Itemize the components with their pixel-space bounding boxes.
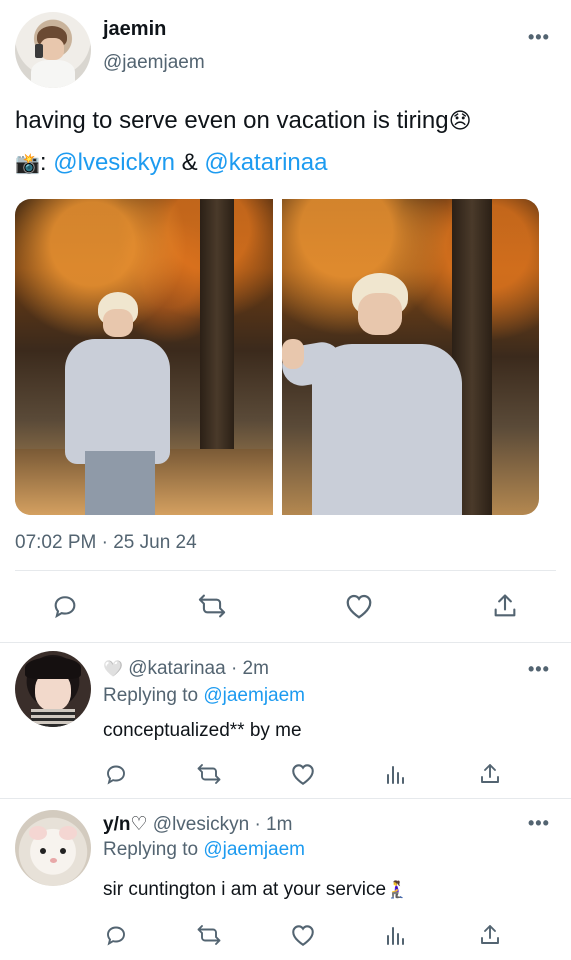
share-icon[interactable] — [478, 762, 502, 786]
retweet-icon[interactable] — [197, 592, 227, 620]
replying-to-handle[interactable]: @jaemjaem — [203, 685, 305, 706]
kneeling-emoji: 🧎‍♀️ — [386, 880, 408, 899]
photo-credit: 📸: @lvesickyn & @katarinaa — [15, 149, 327, 177]
divider — [0, 798, 571, 799]
reply-header: y/n♡ @lvesickyn · 1m — [103, 813, 292, 836]
credit-ampersand: & — [181, 149, 198, 176]
camera-emoji: 📸 — [15, 153, 40, 175]
heart-icon[interactable] — [290, 923, 316, 947]
reply-time[interactable]: · 2m — [231, 658, 269, 679]
stats-icon[interactable] — [385, 763, 407, 785]
credit-colon: : — [39, 149, 47, 176]
reply-more-button[interactable]: ••• — [528, 814, 550, 832]
heart-icon[interactable] — [344, 592, 374, 620]
author-avatar[interactable] — [15, 12, 91, 88]
mention-lvesickyn[interactable]: @lvesickyn — [53, 149, 175, 176]
disappointed-emoji: 😞 — [448, 108, 472, 133]
author-name[interactable]: jaemin — [103, 18, 166, 41]
reply-icon[interactable] — [51, 592, 79, 620]
more-options-button[interactable]: ••• — [528, 28, 550, 46]
reply-icon[interactable] — [104, 762, 128, 786]
mention-katarinaa[interactable]: @katarinaa — [204, 149, 327, 176]
reply-text: conceptualized** by me — [103, 720, 302, 741]
replying-to: Replying to @jaemjaem — [103, 685, 305, 707]
reply-author-handle[interactable]: @lvesickyn — [153, 814, 249, 835]
reply-author-handle[interactable]: @katarinaa — [128, 658, 225, 679]
replying-to-handle[interactable]: @jaemjaem — [203, 839, 305, 860]
reply-text-content: sir cuntington i am at your service — [103, 879, 387, 900]
reply-more-button[interactable]: ••• — [528, 660, 550, 678]
reply-author-name[interactable]: y/n♡ — [103, 814, 148, 835]
heart-icon[interactable] — [290, 762, 316, 786]
tweet-text-line1: having to serve even on vacation is tiri… — [15, 107, 449, 134]
reply-text: sir cuntington i am at your service🧎‍♀️ — [103, 879, 407, 901]
reply-avatar[interactable] — [15, 651, 91, 727]
reply-icon[interactable] — [104, 923, 128, 947]
retweet-icon[interactable] — [196, 923, 222, 947]
author-handle[interactable]: @jaemjaem — [103, 52, 205, 74]
replying-to: Replying to @jaemjaem — [103, 839, 305, 861]
divider — [0, 642, 571, 643]
tweet-text: having to serve even on vacation is tiri… — [15, 107, 472, 135]
reply-header: 🤍 @katarinaa · 2m — [103, 658, 269, 680]
replying-to-label: Replying to — [103, 685, 199, 706]
reply-avatar[interactable] — [15, 810, 91, 886]
tweet-timestamp[interactable]: 07:02 PM · 25 Jun 24 — [15, 532, 197, 554]
stats-icon[interactable] — [385, 924, 407, 946]
retweet-icon[interactable] — [196, 762, 222, 786]
tweet-photo-2[interactable] — [282, 199, 539, 515]
tweet-photo-1[interactable] — [15, 199, 273, 515]
share-icon[interactable] — [491, 592, 519, 620]
replying-to-label: Replying to — [103, 839, 199, 860]
white-heart-icon: 🤍 — [103, 661, 123, 678]
share-icon[interactable] — [478, 923, 502, 947]
divider — [15, 570, 556, 571]
reply-time[interactable]: · 1m — [254, 814, 292, 835]
